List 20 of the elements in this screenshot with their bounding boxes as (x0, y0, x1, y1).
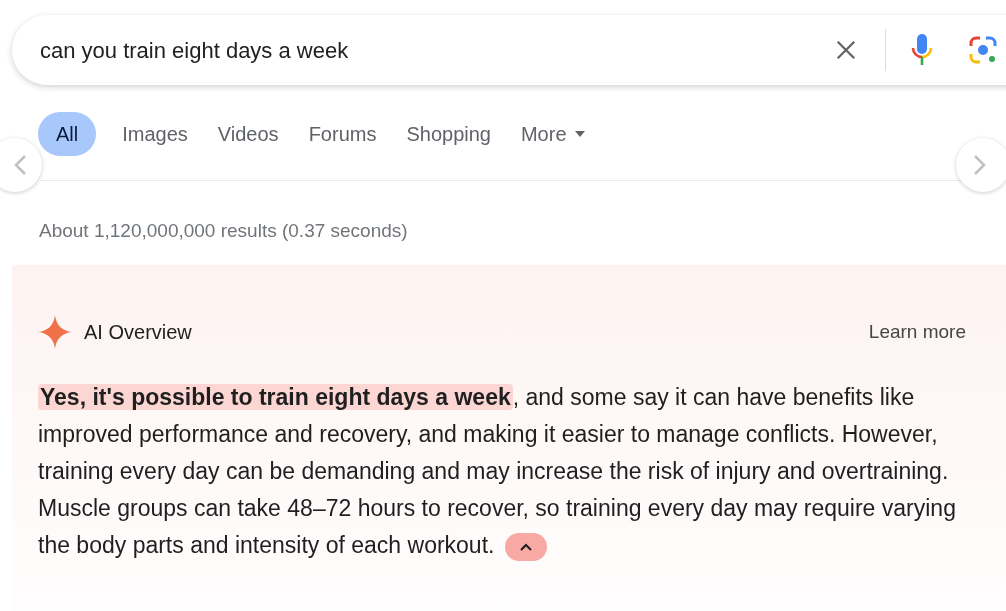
filter-tab[interactable]: Forums (304, 112, 381, 156)
close-icon[interactable] (835, 39, 857, 61)
sparkle-icon (38, 315, 72, 349)
filter-tab[interactable]: All (38, 112, 97, 156)
more-menu-button[interactable]: More (516, 112, 589, 156)
ai-overview-title: AI Overview (84, 320, 192, 345)
camera-icon[interactable] (968, 35, 998, 65)
filter-tab[interactable]: Images (118, 112, 192, 156)
collapse-button[interactable] (504, 532, 547, 561)
microphone-icon[interactable] (910, 33, 934, 67)
result-stats: About 1,120,000,000 results (0.37 seconds) (38, 219, 409, 243)
chevron-left-icon (13, 154, 27, 176)
filter-tab[interactable]: Shopping (402, 112, 495, 156)
overview-paragraph: Yes, it's possible to train eight days a week, and some say it can have benefits like improved performance and recovery, and making it easier to manage conflicts. However, training every day can be demanding and may increase the risk of injury and overtraining. Muscle groups can take 48–72 hours to recover, so training every day may require varying the body parts and intensity of each workout. (12, 379, 972, 564)
caret-icon (574, 131, 585, 137)
chevron-icon (519, 542, 532, 551)
learn-more-link[interactable]: Learn more (868, 317, 966, 347)
filter-tab[interactable]: Videos (213, 112, 283, 156)
search-field[interactable]: can you train eight days a week (40, 33, 835, 67)
chevron-right-icon (973, 154, 987, 176)
